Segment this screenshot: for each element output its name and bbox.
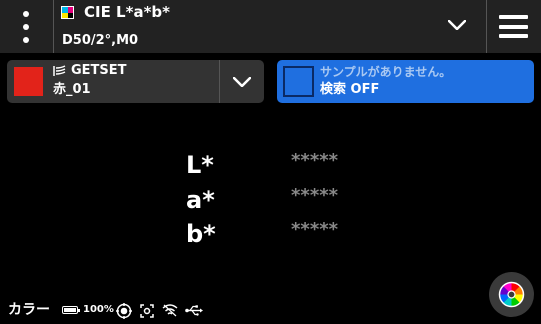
- target-color-name: 赤_01: [53, 82, 91, 97]
- b-star-value: *****: [291, 219, 339, 240]
- no-sample-message: サンプルがありません。: [320, 65, 452, 79]
- chevron-down-icon[interactable]: [233, 77, 251, 87]
- color-wheel-button[interactable]: [489, 272, 534, 317]
- a-star-value: *****: [291, 185, 339, 206]
- page-title: CIE L*a*b*: [84, 3, 171, 21]
- hamburger-menu-icon[interactable]: [499, 15, 528, 38]
- color-wheel-icon: [498, 281, 525, 308]
- cmyk-icon: [61, 6, 74, 19]
- wifi-icon: [162, 304, 178, 317]
- battery-percent: 100%: [83, 304, 114, 315]
- sample-swatch: [283, 66, 314, 97]
- illuminant-observer: D50/2°,M0: [62, 33, 139, 48]
- chevron-down-icon[interactable]: [448, 20, 466, 30]
- kebab-menu-icon[interactable]: [15, 11, 37, 43]
- l-star-value: *****: [291, 150, 339, 171]
- mode-label: カラー: [8, 302, 50, 318]
- l-star-label: L*: [186, 151, 214, 179]
- divider: [219, 60, 220, 103]
- a-star-label: a*: [186, 186, 215, 214]
- usb-icon: [185, 305, 203, 316]
- target-card[interactable]: GETSET 赤_01: [7, 60, 264, 103]
- sample-card[interactable]: サンプルがありません。 検索 OFF: [277, 60, 534, 103]
- divider: [53, 0, 54, 53]
- target-icon: [116, 303, 132, 319]
- top-bar: CIE L*a*b* D50/2°,M0: [0, 0, 541, 53]
- target-swatch: [14, 67, 43, 96]
- getset-icon: [53, 65, 66, 76]
- battery-level: [64, 308, 76, 312]
- divider: [486, 0, 487, 53]
- search-status: 検索 OFF: [320, 82, 380, 97]
- target-mode-label: GETSET: [71, 63, 127, 78]
- b-star-label: b*: [186, 220, 216, 248]
- scan-icon: [140, 304, 154, 318]
- battery-icon: [62, 306, 80, 314]
